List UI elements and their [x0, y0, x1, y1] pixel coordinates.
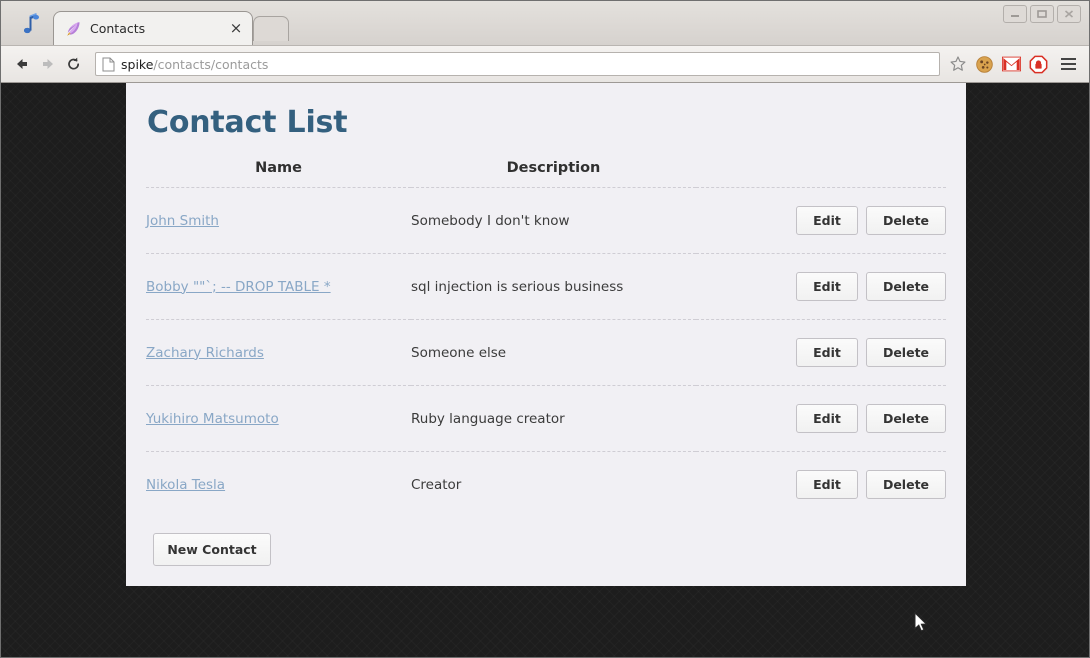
edit-button[interactable]: Edit [796, 470, 858, 499]
contact-actions-cell: Edit Delete [696, 187, 946, 254]
contact-description-cell: Creator [411, 476, 462, 493]
delete-button[interactable]: Delete [866, 470, 946, 499]
gmail-extension-icon[interactable] [998, 51, 1024, 77]
table-header-row: Name Description [146, 160, 946, 188]
contact-description-cell: Ruby language creator [411, 385, 696, 452]
menu-line [1060, 63, 1076, 65]
contact-name-link[interactable]: Nikola Tesla [146, 477, 225, 493]
contact-name-cell: Yukihiro Matsumoto [146, 385, 411, 452]
forward-arrow-icon [35, 51, 61, 77]
delete-button[interactable]: Delete [866, 338, 946, 367]
contact-name-link[interactable]: Yukihiro Matsumoto [146, 411, 279, 427]
contact-actions-cell: Edit Delete [696, 385, 946, 452]
edit-button[interactable]: Edit [796, 206, 858, 235]
hamburger-menu-icon[interactable] [1055, 51, 1081, 77]
contact-name-cell: Nikola Tesla [146, 452, 411, 518]
contact-list-card: Contact List Name Description John Smith… [126, 83, 966, 586]
contact-description-cell: Someone else [411, 319, 696, 386]
menu-line [1060, 68, 1076, 70]
reload-icon[interactable] [61, 51, 87, 77]
feather-quill-icon [64, 20, 82, 38]
url-text: spike/contacts/contacts [121, 57, 268, 72]
table-row: Yukihiro Matsumoto Ruby language creator… [146, 385, 946, 452]
column-header-actions [696, 160, 946, 188]
page-viewport: Contact List Name Description John Smith… [1, 83, 1089, 657]
close-icon[interactable] [1057, 5, 1081, 23]
contact-description-cell: Somebody I don't know [411, 187, 696, 254]
contact-name-link[interactable]: John Smith [146, 213, 219, 229]
column-header-name: Name [146, 160, 411, 188]
contact-actions-cell: Edit Delete [696, 452, 946, 518]
contact-name-link[interactable]: Bobby ""`; -- DROP TABLE * [146, 279, 331, 295]
browser-window: Contacts × spike/contacts/contacts Conta… [0, 0, 1090, 658]
mouse-cursor [914, 611, 930, 638]
address-bar[interactable]: spike/contacts/contacts [95, 52, 940, 76]
edit-button[interactable]: Edit [796, 272, 858, 301]
contact-name-cell: John Smith [146, 187, 411, 254]
contact-name-link[interactable]: Zachary Richards [146, 345, 264, 361]
minimize-icon[interactable] [1003, 5, 1027, 23]
delete-button[interactable]: Delete [866, 404, 946, 433]
maximize-icon[interactable] [1030, 5, 1054, 23]
music-note-app-icon [11, 6, 45, 40]
table-row: Zachary Richards Someone else Edit Delete [146, 319, 946, 386]
card-footer: New Contact [146, 517, 946, 586]
adblock-extension-icon[interactable] [1025, 51, 1051, 77]
contacts-table: Name Description John Smith Somebody I d… [146, 160, 946, 517]
contact-name-cell: Zachary Richards [146, 319, 411, 386]
browser-toolbar: spike/contacts/contacts [1, 45, 1089, 83]
edit-button[interactable]: Edit [796, 338, 858, 367]
contact-name-cell: Bobby ""`; -- DROP TABLE * [146, 253, 411, 320]
url-path: /contacts/contacts [153, 56, 269, 72]
document-icon [102, 57, 115, 72]
edit-button[interactable]: Edit [796, 404, 858, 433]
contact-description-cell: sql injection is serious business [411, 253, 696, 320]
new-tab-button[interactable] [253, 16, 289, 41]
contact-actions-cell: Edit Delete [696, 319, 946, 386]
cookie-extension-icon[interactable] [971, 51, 997, 77]
star-bookmark-icon[interactable] [946, 52, 970, 76]
table-row: Nikola Tesla Creator Edit Delete [146, 452, 946, 518]
tab-close-icon[interactable]: × [228, 20, 244, 37]
window-controls [1003, 5, 1081, 23]
menu-line [1060, 58, 1076, 60]
table-row: Bobby ""`; -- DROP TABLE * sql injection… [146, 253, 946, 320]
delete-button[interactable]: Delete [866, 272, 946, 301]
tab-title: Contacts [90, 21, 146, 36]
page-title: Contact List [147, 105, 348, 140]
browser-tab-contacts[interactable]: Contacts × [53, 11, 253, 45]
column-header-description: Description [411, 160, 696, 188]
contacts-table-body: John Smith Somebody I don't know Edit Del… [146, 187, 946, 518]
tab-strip: Contacts × [1, 1, 1089, 45]
delete-button[interactable]: Delete [866, 206, 946, 235]
back-arrow-icon[interactable] [9, 51, 35, 77]
contact-actions-cell: Edit Delete [696, 253, 946, 320]
new-contact-button[interactable]: New Contact [153, 533, 271, 566]
url-host: spike [121, 56, 154, 72]
table-row: John Smith Somebody I don't know Edit Del… [146, 187, 946, 254]
